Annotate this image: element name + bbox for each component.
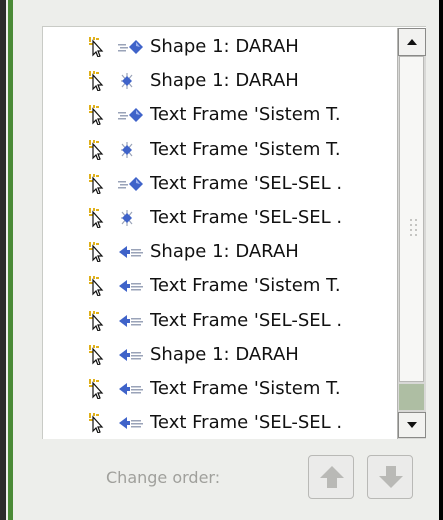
- on-click-cursor-icon: [89, 276, 105, 298]
- effect-label: Shape 1: DARAH: [150, 36, 299, 57]
- on-click-cursor-icon: [89, 173, 105, 195]
- window-edge: [0, 0, 6, 520]
- diamond-sparkle-icon: [118, 210, 146, 226]
- move-up-button[interactable]: [308, 455, 354, 499]
- scroll-down-button[interactable]: [398, 412, 426, 438]
- effect-list-item[interactable]: Text Frame 'Sistem T.: [43, 269, 398, 303]
- effect-list-item[interactable]: Text Frame 'SEL-SEL .: [43, 406, 398, 439]
- effect-list-item[interactable]: Text Frame 'SEL-SEL .: [43, 304, 398, 338]
- arrow-left-icon: [118, 415, 146, 431]
- on-click-cursor-icon: [89, 413, 105, 435]
- effect-label: Shape 1: DARAH: [150, 343, 299, 365]
- on-click-cursor-icon: [89, 71, 105, 93]
- arrow-left-icon: [118, 313, 146, 329]
- arrow-right-diamond-icon: [118, 39, 146, 55]
- triangle-down-icon: [407, 422, 417, 428]
- effect-label: Shape 1: DARAH: [150, 241, 299, 263]
- on-click-cursor-icon: [89, 139, 105, 161]
- arrow-down-icon: [379, 466, 403, 488]
- effect-list-item[interactable]: Text Frame 'Sistem T.: [43, 372, 398, 406]
- effect-label: Text Frame 'Sistem T.: [150, 378, 341, 399]
- move-down-button[interactable]: [367, 455, 413, 499]
- window-edge-right: [439, 0, 443, 520]
- effect-label: Text Frame 'Sistem T.: [150, 138, 341, 160]
- scroll-thumb[interactable]: [399, 56, 424, 382]
- effect-list-item[interactable]: Text Frame 'SEL-SEL .: [43, 167, 398, 201]
- arrow-left-icon: [118, 381, 146, 397]
- effect-list-item[interactable]: Shape 1: DARAH: [43, 64, 398, 98]
- effect-label: Text Frame 'Sistem T.: [150, 104, 341, 126]
- on-click-cursor-icon: [89, 105, 105, 127]
- on-click-cursor-icon: [89, 37, 105, 58]
- on-click-cursor-icon: [89, 310, 105, 332]
- effect-list-item[interactable]: Shape 1: DARAH: [43, 235, 398, 269]
- panel-accent-bar: [8, 0, 13, 520]
- on-click-cursor-icon: [89, 242, 105, 264]
- diamond-sparkle-icon: [118, 141, 146, 158]
- effect-label: Text Frame 'Sistem T.: [150, 275, 341, 297]
- grip-icon: [410, 219, 417, 236]
- effect-label: Text Frame 'SEL-SEL .: [150, 207, 343, 228]
- effect-label: Shape 1: DARAH: [150, 70, 299, 92]
- effect-list-item[interactable]: Text Frame 'Sistem T.: [43, 98, 398, 132]
- effect-list-item[interactable]: Shape 1: DARAH: [43, 338, 398, 372]
- arrow-up-icon: [320, 466, 344, 488]
- change-order-label: Change order:: [106, 468, 221, 487]
- arrow-right-diamond-icon: [118, 107, 146, 123]
- arrow-left-icon: [118, 347, 146, 363]
- effect-label: Text Frame 'SEL-SEL .: [150, 172, 343, 194]
- effect-list-item[interactable]: Text Frame 'SEL-SEL .: [43, 201, 398, 235]
- effect-list-item[interactable]: Text Frame 'Sistem T.: [43, 133, 398, 167]
- arrow-left-icon: [118, 278, 146, 294]
- on-click-cursor-icon: [89, 344, 105, 366]
- list-scrollbar[interactable]: [397, 28, 426, 439]
- diamond-sparkle-icon: [118, 73, 146, 90]
- arrow-right-diamond-icon: [118, 176, 146, 192]
- on-click-cursor-icon: [89, 379, 105, 400]
- effect-label: Text Frame 'SEL-SEL .: [150, 309, 343, 331]
- on-click-cursor-icon: [89, 208, 105, 229]
- effect-label: Text Frame 'SEL-SEL .: [150, 412, 343, 434]
- triangle-up-icon: [407, 39, 417, 45]
- arrow-left-icon: [118, 244, 146, 260]
- scroll-up-button[interactable]: [398, 28, 426, 56]
- scroll-track[interactable]: [399, 384, 424, 410]
- effect-list-item[interactable]: Shape 1: DARAH: [43, 30, 398, 64]
- animation-effects-list[interactable]: Shape 1: DARAH Shape 1: DARAH Text Frame '…: [42, 26, 426, 439]
- custom-animation-panel: Shape 1: DARAH Shape 1: DARAH Text Frame '…: [0, 0, 443, 520]
